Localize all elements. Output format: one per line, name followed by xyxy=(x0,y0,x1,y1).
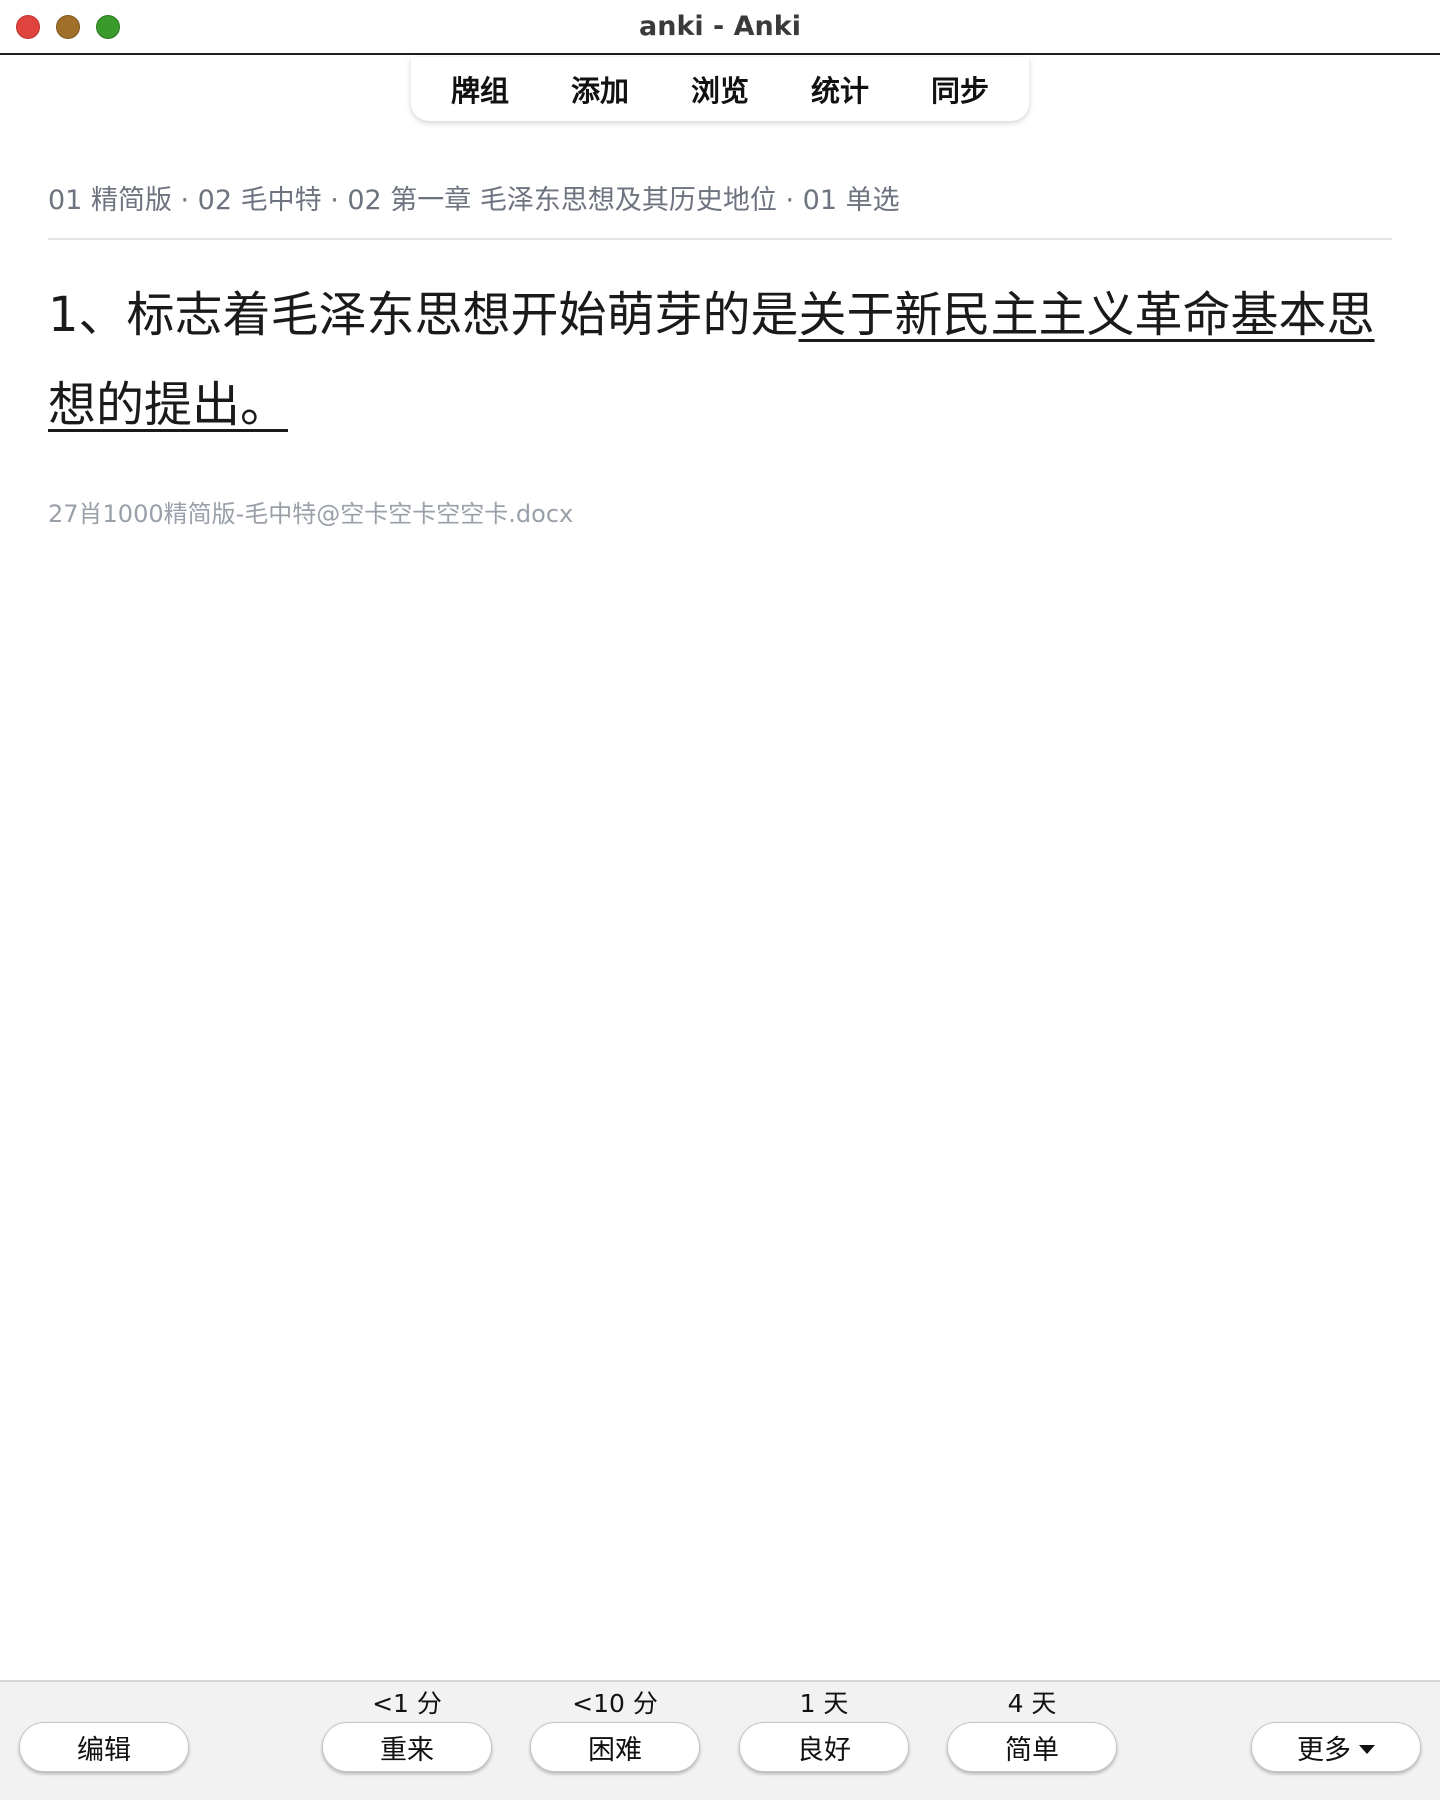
more-button-label: 更多 xyxy=(1297,1734,1351,1766)
edit-button-label: 编辑 xyxy=(77,1734,131,1766)
easy-button-label: 简单 xyxy=(1005,1734,1059,1766)
interval-again: <1 分 xyxy=(372,1689,442,1718)
nav-add[interactable]: 添加 xyxy=(540,68,660,110)
interval-easy: 4 天 xyxy=(1007,1689,1057,1718)
window-title: anki - Anki xyxy=(639,11,801,42)
title-bar: anki - Anki xyxy=(0,0,1440,55)
card-question: 1、标志着毛泽东思想开始萌芽的是关于新民主主义革命基本思想的提出。 xyxy=(48,270,1398,450)
chevron-down-icon xyxy=(1359,1744,1375,1754)
easy-button[interactable]: 简单 xyxy=(947,1722,1117,1772)
good-button[interactable]: 良好 xyxy=(739,1722,909,1772)
interval-good: 1 天 xyxy=(799,1689,849,1718)
main-toolbar: 牌组 添加 浏览 统计 同步 xyxy=(411,57,1029,121)
anki-window: anki - Anki 牌组 添加 浏览 统计 同步 01 精简版 · 02 毛… xyxy=(0,0,1440,1800)
hard-button[interactable]: 困难 xyxy=(530,1722,700,1772)
again-button[interactable]: 重来 xyxy=(322,1722,492,1772)
breadcrumb-divider xyxy=(48,238,1392,240)
nav-decks[interactable]: 牌组 xyxy=(420,68,540,110)
hard-button-label: 困难 xyxy=(588,1734,642,1766)
nav-stats[interactable]: 统计 xyxy=(780,68,900,110)
interval-hard: <10 分 xyxy=(572,1689,658,1718)
nav-browse[interactable]: 浏览 xyxy=(660,68,780,110)
card-source: 27肖1000精简版-毛中特@空卡空卡空空卡.docx xyxy=(48,500,574,528)
more-button[interactable]: 更多 xyxy=(1251,1722,1421,1772)
review-bottom-bar xyxy=(0,1680,1440,1800)
again-button-label: 重来 xyxy=(380,1734,434,1766)
nav-sync[interactable]: 同步 xyxy=(900,68,1020,110)
question-text: 1、标志着毛泽东思想开始萌芽的是 xyxy=(48,287,799,343)
edit-button[interactable]: 编辑 xyxy=(19,1722,189,1772)
good-button-label: 良好 xyxy=(797,1734,851,1766)
deck-breadcrumb: 01 精简版 · 02 毛中特 · 02 第一章 毛泽东思想及其历史地位 · 0… xyxy=(48,185,900,216)
